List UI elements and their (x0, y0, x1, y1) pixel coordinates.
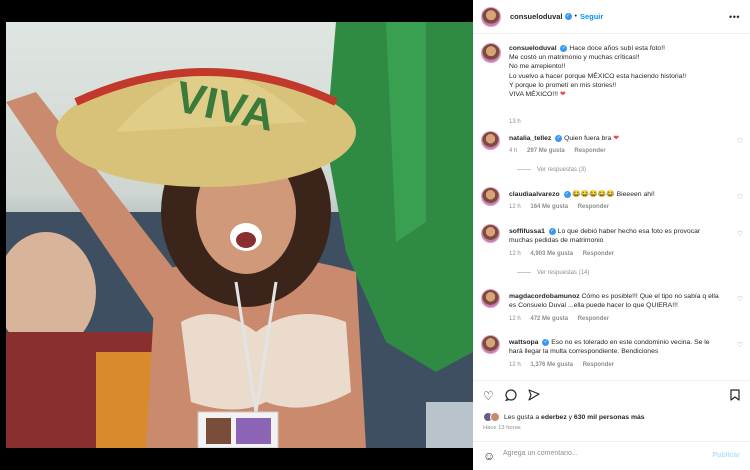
emoji-icon[interactable]: ☺ (483, 449, 495, 463)
comment-item: magdacordobamunoz Cómo es posible!!! Que… (481, 289, 743, 329)
caption-line: VIVA MÉXICO!!! (509, 91, 558, 99)
author-username[interactable]: consueloduval (510, 12, 563, 21)
caption-line: Me costó un matrimonio y muchas críticas… (509, 54, 640, 62)
comment-text: natalia_tellez ✓ Quien fuera bra ❤ (509, 134, 725, 143)
comment-time: 12 h (509, 362, 521, 368)
comment-body: 😂😂😂😂😂 Bieeeen ahí! (572, 191, 655, 198)
comment-item: natalia_tellez ✓ Quien fuera bra ❤ 4 h 2… (481, 131, 743, 179)
reply-button[interactable]: Responder (574, 148, 605, 154)
like-comment-heart-icon[interactable]: ♡ (737, 230, 743, 238)
post-media[interactable]: VIVA (0, 22, 473, 448)
caption-text: consueloduval ✓ Hace doce años subí esta… (509, 44, 725, 99)
comment-item: wattsopa ✓ Eso no es tolerado en este co… (481, 335, 743, 375)
comment-meta: 12 h 164 Me gusta Responder (509, 204, 617, 210)
comment-item: claudiaalvarezo ✓ 😂😂😂😂😂 Bieeeen ahí! 12 … (481, 187, 743, 219)
reply-button[interactable]: Responder (578, 316, 609, 322)
avatar[interactable] (481, 131, 500, 150)
caption-line: Y porque lo prometí en mis stories!! (509, 81, 617, 89)
post-actions: ♡ Les gusta a ederbez y 630 mil personas… (473, 380, 750, 440)
view-replies-button[interactable]: Ver respuestas (14) (517, 270, 589, 276)
likes-prefix: Les gusta a (504, 413, 540, 421)
view-replies-button[interactable]: Ver respuestas (3) (517, 167, 586, 173)
avatar[interactable] (481, 224, 500, 243)
posted-time: Hace 13 horas (483, 425, 521, 431)
heart-emoji-icon: ❤ (613, 135, 619, 142)
more-icon[interactable]: ••• (729, 12, 740, 22)
save-icon[interactable] (730, 389, 740, 404)
comment-text: claudiaalvarezo ✓ 😂😂😂😂😂 Bieeeen ahí! (509, 190, 725, 199)
follow-button[interactable]: Seguir (580, 12, 603, 21)
comment-username[interactable]: claudiaalvarezo (509, 191, 560, 198)
caption: consueloduval ✓ Hace doce años subí esta… (481, 43, 743, 128)
comment-text: wattsopa ✓ Eso no es tolerado en este co… (509, 338, 725, 356)
comment-item: soffifussa1 ✓ Lo que debió haber hecho e… (481, 224, 743, 280)
likes-others[interactable]: 630 mil personas más (574, 414, 645, 421)
reply-button[interactable]: Responder (578, 204, 609, 210)
reply-button[interactable]: Responder (583, 251, 614, 257)
comment-text: soffifussa1 ✓ Lo que debió haber hecho e… (509, 227, 725, 245)
caption-meta: 13 h (509, 119, 529, 125)
comment-body: Quien fuera bra (564, 135, 612, 142)
comment-time: 4 h (509, 148, 518, 154)
heart-icon[interactable]: ♡ (483, 389, 494, 404)
avatar[interactable] (481, 335, 500, 354)
avatar[interactable] (481, 289, 500, 308)
comment-meta: 12 h 1,376 Me gusta Responder (509, 362, 622, 368)
comment-body: Eso no es tolerado en este condominio ve… (509, 339, 710, 356)
comment-likes[interactable]: 297 Me gusta (527, 148, 565, 154)
verified-icon: ✓ (560, 44, 568, 52)
liker-username[interactable]: ederbez (541, 414, 567, 421)
add-comment-bar: ☺ Publicar (473, 441, 750, 470)
heart-emoji-icon: ❤ (559, 91, 566, 99)
avatar[interactable] (481, 187, 500, 206)
verified-icon: ✓ (548, 227, 556, 235)
comment-username[interactable]: soffifussa1 (509, 228, 545, 235)
comment-meta: 12 h 4,903 Me gusta Responder (509, 251, 622, 257)
verified-icon: ✓ (542, 338, 550, 346)
comment-text: magdacordobamunoz Cómo es posible!!! Que… (509, 292, 725, 310)
share-icon[interactable] (528, 389, 540, 404)
caption-line: Lo vuelvo a hacer porque MÉXICO esta hac… (509, 72, 687, 80)
comment-username[interactable]: natalia_tellez (509, 135, 551, 142)
liker-avatar (490, 412, 500, 422)
caption-line: No me arrepiento!! (509, 63, 566, 71)
comment-likes[interactable]: 4,903 Me gusta (530, 251, 573, 257)
comment-time: 12 h (509, 251, 521, 257)
verified-icon: ✓ (564, 13, 572, 20)
post-header: consueloduval ✓ • Seguir ••• (473, 0, 750, 34)
photo-illustration: VIVA (6, 22, 473, 448)
verified-icon: ✓ (555, 134, 563, 142)
comment-icon[interactable] (504, 389, 517, 404)
comment-username[interactable]: magdacordobamunoz (509, 293, 580, 300)
comment-likes[interactable]: 164 Me gusta (530, 204, 568, 210)
comment-meta: 12 h 472 Me gusta Responder (509, 316, 617, 322)
avatar[interactable] (481, 43, 501, 63)
publish-button[interactable]: Publicar (712, 452, 740, 459)
caption-username[interactable]: consueloduval (509, 45, 557, 52)
comment-likes[interactable]: 1,376 Me gusta (530, 362, 573, 368)
like-comment-heart-icon[interactable]: ♡ (737, 295, 743, 303)
comment-username[interactable]: wattsopa (509, 339, 538, 346)
caption-line: Hace doce años subí esta foto!! (569, 45, 665, 52)
comment-time: 12 h (509, 204, 521, 210)
verified-icon: ✓ (563, 190, 571, 198)
action-icons: ♡ (483, 389, 540, 404)
comments-feed[interactable]: consueloduval ✓ Hace doce años subí esta… (473, 35, 750, 380)
comment-likes[interactable]: 472 Me gusta (530, 316, 568, 322)
comment-time: 12 h (509, 316, 521, 322)
like-comment-heart-icon[interactable]: ♡ (737, 193, 743, 201)
comment-input[interactable] (503, 450, 703, 457)
caption-time: 13 h (509, 119, 521, 125)
avatar[interactable] (481, 6, 501, 27)
dot-separator: • (574, 13, 577, 20)
likes-joiner: y (568, 413, 573, 421)
post-photo: VIVA (6, 22, 473, 448)
like-comment-heart-icon[interactable]: ♡ (737, 341, 743, 349)
likes-summary[interactable]: Les gusta a ederbez y 630 mil personas m… (483, 412, 645, 422)
reply-button[interactable]: Responder (583, 362, 614, 368)
comment-meta: 4 h 297 Me gusta Responder (509, 148, 614, 154)
post-side-panel: consueloduval ✓ • Seguir ••• consueloduv… (473, 0, 750, 470)
like-comment-heart-icon[interactable]: ♡ (737, 137, 743, 145)
